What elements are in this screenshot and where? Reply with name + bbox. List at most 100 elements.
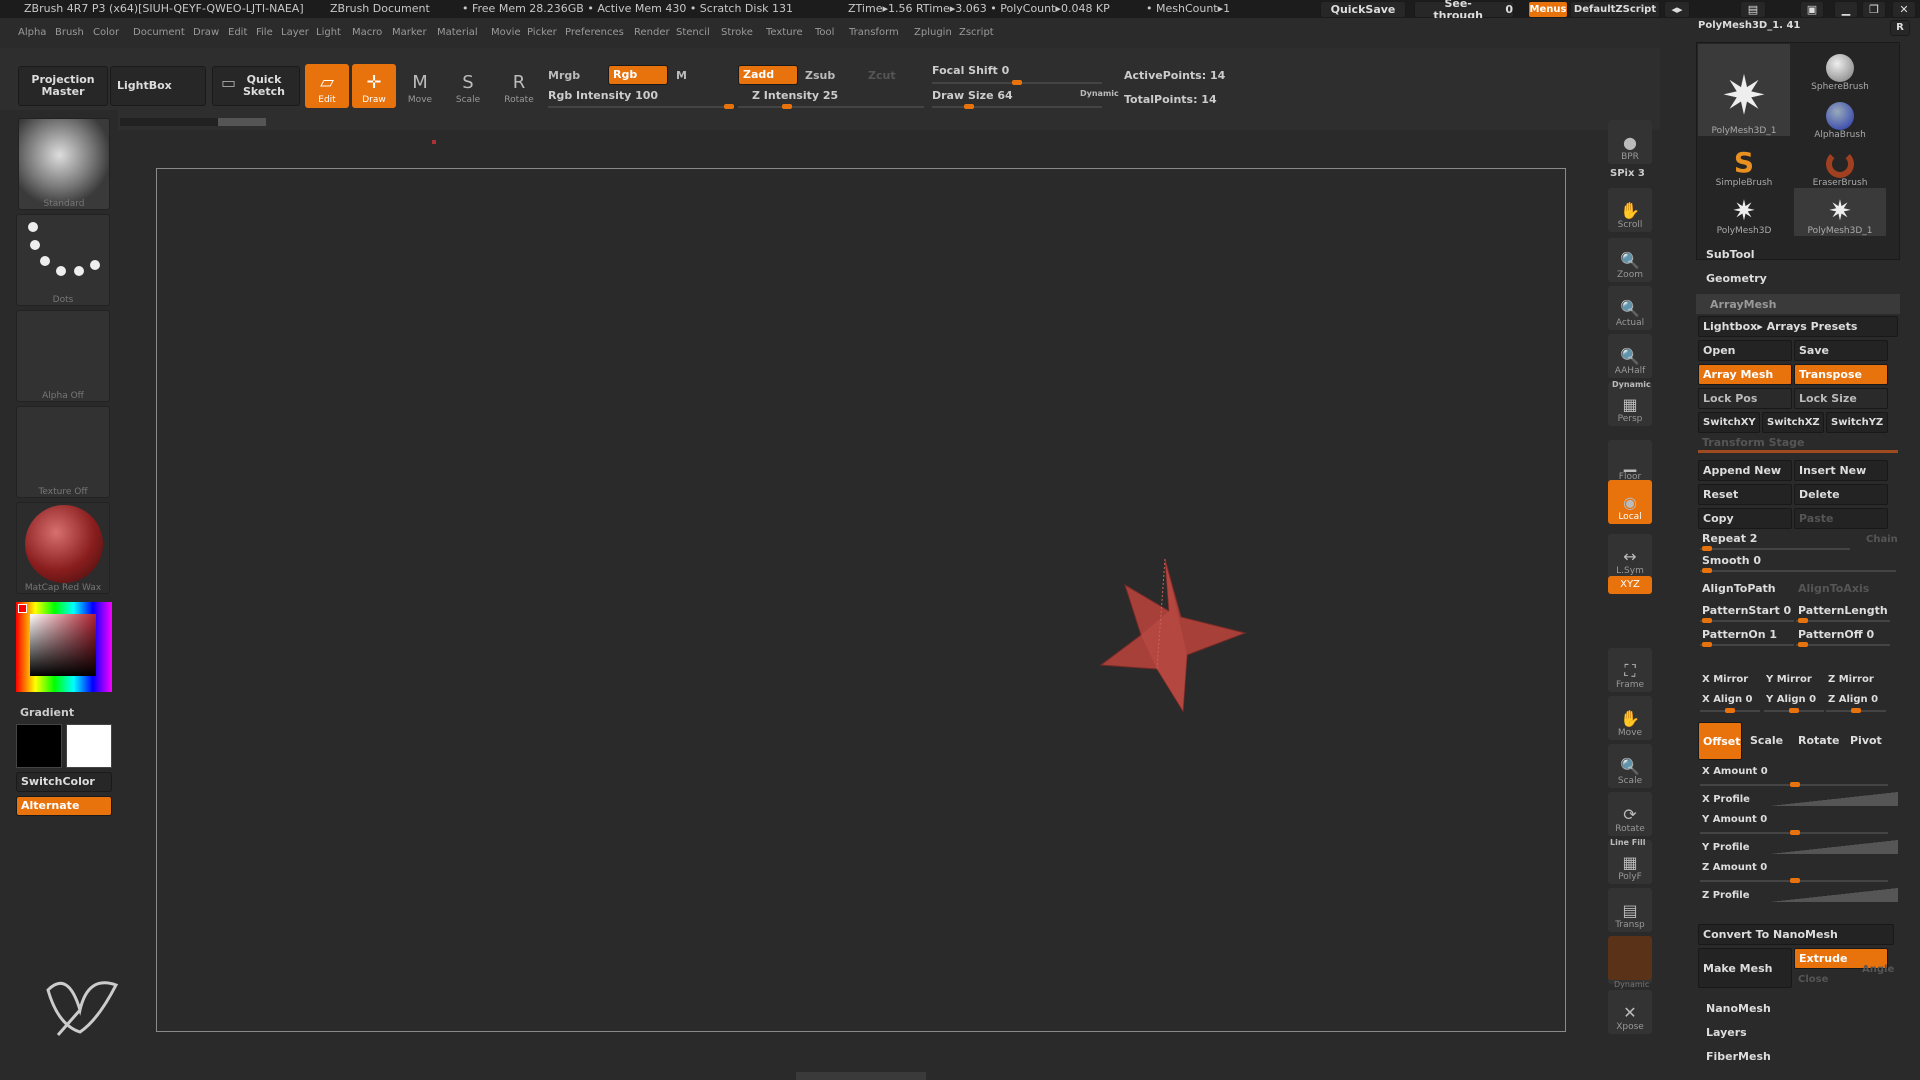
floor-button[interactable]: ▁ Floor	[1608, 440, 1652, 484]
patternon-slider[interactable]: PatternOn 1	[1702, 628, 1777, 641]
close-icon[interactable]: ✕	[1892, 1, 1916, 18]
layout-icon[interactable]: ▤	[1740, 1, 1766, 18]
open-button[interactable]: Open	[1698, 340, 1792, 361]
menu-tool[interactable]: Tool	[815, 27, 834, 38]
menu-document[interactable]: Document	[133, 27, 185, 38]
menu-transform[interactable]: Transform	[849, 27, 899, 38]
ghost-button[interactable]	[1608, 936, 1652, 980]
bottom-tray-handle[interactable]	[796, 1072, 926, 1080]
slider-knob[interactable]	[1012, 80, 1022, 85]
edit-button[interactable]: ▱ Edit	[305, 64, 349, 108]
primary-color[interactable]	[66, 724, 112, 768]
document-canvas[interactable]	[156, 168, 1566, 1032]
move-button[interactable]: ✋ Move	[1608, 696, 1652, 740]
chain-toggle[interactable]: Chain	[1866, 534, 1898, 545]
aligntoaxis-button[interactable]: AlignToAxis	[1798, 582, 1869, 595]
lock-icon[interactable]: ▣	[1800, 1, 1824, 18]
m-button[interactable]: M	[676, 69, 687, 82]
patternstart-slider[interactable]: PatternStart 0	[1702, 604, 1791, 617]
xpose-button[interactable]: ✕ Xpose	[1608, 990, 1652, 1034]
z-align-slider[interactable]: Z Align 0	[1828, 694, 1878, 705]
menu-color[interactable]: Color	[93, 27, 119, 38]
dynamic-toggle[interactable]: Dynamic	[1080, 89, 1119, 98]
menu-render[interactable]: Render	[634, 27, 670, 38]
focal-shift-slider[interactable]	[932, 80, 1102, 85]
make-mesh-button[interactable]: Make Mesh	[1698, 948, 1792, 988]
seethrough-slider[interactable]: See-through 0	[1414, 0, 1514, 21]
alpha-thumbnail[interactable]: Alpha Off	[16, 310, 110, 402]
menu-alpha[interactable]: Alpha	[18, 27, 46, 38]
angle-slider[interactable]: Angle	[1862, 964, 1894, 975]
lightbox-button[interactable]: LightBox	[110, 66, 206, 106]
menu-zplugin[interactable]: Zplugin	[914, 27, 952, 38]
r-button[interactable]: R	[1890, 20, 1910, 36]
rotate-tab[interactable]: Rotate	[1798, 734, 1839, 747]
offset-tab[interactable]: Offset	[1698, 722, 1742, 760]
transpose-button[interactable]: Transpose	[1794, 364, 1888, 385]
local-button[interactable]: ◉ Local	[1608, 480, 1652, 524]
menu-movie[interactable]: Movie	[491, 27, 521, 38]
lsym-button[interactable]: ↔ L.Sym	[1608, 534, 1652, 578]
lightbox-presets-button[interactable]: Lightbox▸ Arrays Presets	[1698, 316, 1898, 337]
menu-draw[interactable]: Draw	[193, 27, 219, 38]
frame-button[interactable]: ⛶ Frame	[1608, 648, 1652, 692]
zoom-button[interactable]: 🔍 Zoom	[1608, 238, 1652, 282]
rgb-button[interactable]: Rgb	[608, 65, 668, 85]
menu-edit[interactable]: Edit	[228, 27, 247, 38]
switchyz-button[interactable]: SwitchYZ	[1826, 412, 1888, 433]
insert-new-button[interactable]: Insert New	[1794, 460, 1888, 481]
menu-zscript[interactable]: Zscript	[959, 27, 994, 38]
arraymesh-header[interactable]: ArrayMesh	[1696, 294, 1900, 314]
menu-brush[interactable]: Brush	[55, 27, 84, 38]
nanomesh-section[interactable]: NanoMesh	[1706, 1002, 1771, 1015]
append-new-button[interactable]: Append New	[1698, 460, 1792, 481]
z-profile-curve[interactable]	[1770, 888, 1898, 902]
draw-size-slider[interactable]	[932, 104, 1102, 109]
menu-texture[interactable]: Texture	[766, 27, 803, 38]
menu-macro[interactable]: Macro	[352, 27, 382, 38]
x-mirror-button[interactable]: X Mirror	[1702, 674, 1748, 685]
menu-layer[interactable]: Layer	[281, 27, 309, 38]
z-mirror-button[interactable]: Z Mirror	[1828, 674, 1874, 685]
tool-thumb-spherebrush[interactable]: SphereBrush	[1794, 44, 1886, 92]
switchcolor-button[interactable]: SwitchColor	[16, 772, 112, 792]
y-align-slider[interactable]: Y Align 0	[1766, 694, 1816, 705]
secondary-color[interactable]	[16, 724, 62, 768]
maximize-icon[interactable]: ❐	[1862, 1, 1886, 18]
scroll-button[interactable]: ✋ Scroll	[1608, 188, 1652, 232]
tool-thumb-simplebrush[interactable]: S SimpleBrush	[1698, 140, 1790, 189]
z-intensity-slider[interactable]	[738, 104, 924, 109]
tool-thumb-polymesh3d-1b[interactable]: ✷ PolyMesh3D_1	[1794, 188, 1886, 236]
actual-button[interactable]: 🔍 Actual	[1608, 286, 1652, 330]
tool-thumb-eraserbrush[interactable]: EraserBrush	[1794, 140, 1886, 188]
pivot-tab[interactable]: Pivot	[1850, 734, 1882, 747]
y-mirror-button[interactable]: Y Mirror	[1766, 674, 1812, 685]
xyz-button[interactable]: XYZ	[1608, 576, 1652, 594]
repeat-slider[interactable]: Repeat 2	[1702, 532, 1757, 545]
zadd-button[interactable]: Zadd	[738, 65, 798, 85]
script-button[interactable]: DefaultZScript	[1570, 1, 1660, 18]
rotate-button[interactable]: ⟳ Rotate	[1608, 792, 1652, 836]
spix-button[interactable]: SPix 3	[1610, 168, 1645, 179]
geometry-section[interactable]: Geometry	[1706, 272, 1767, 285]
minimize-icon[interactable]: ▁	[1834, 1, 1858, 18]
transform-stage-slider[interactable]: Transform Stage	[1702, 436, 1805, 449]
menus-button[interactable]: Menus	[1528, 1, 1568, 18]
menu-preferences[interactable]: Preferences	[565, 27, 624, 38]
paste-button[interactable]: Paste	[1794, 508, 1888, 529]
menu-stroke[interactable]: Stroke	[721, 27, 753, 38]
menu-material[interactable]: Material	[437, 27, 478, 38]
patternoff-slider[interactable]: PatternOff 0	[1798, 628, 1874, 641]
smooth-slider[interactable]: Smooth 0	[1702, 554, 1761, 567]
y-amount-slider[interactable]: Y Amount 0	[1702, 814, 1767, 825]
rgb-intensity-slider[interactable]	[548, 104, 734, 109]
delete-button[interactable]: Delete	[1794, 484, 1888, 505]
tool-thumb-polymesh3d-1[interactable]: ✷ PolyMesh3D_1	[1698, 44, 1790, 136]
bpr-button[interactable]: ● BPR	[1608, 120, 1652, 164]
patternlength-slider[interactable]: PatternLength	[1798, 604, 1888, 617]
lock-pos-button[interactable]: Lock Pos	[1698, 388, 1792, 409]
material-thumbnail[interactable]: MatCap Red Wax	[16, 502, 110, 594]
close-toggle[interactable]: Close	[1798, 974, 1828, 985]
quicksave-button[interactable]: QuickSave	[1320, 1, 1406, 18]
array-mesh-button[interactable]: Array Mesh	[1698, 364, 1792, 385]
